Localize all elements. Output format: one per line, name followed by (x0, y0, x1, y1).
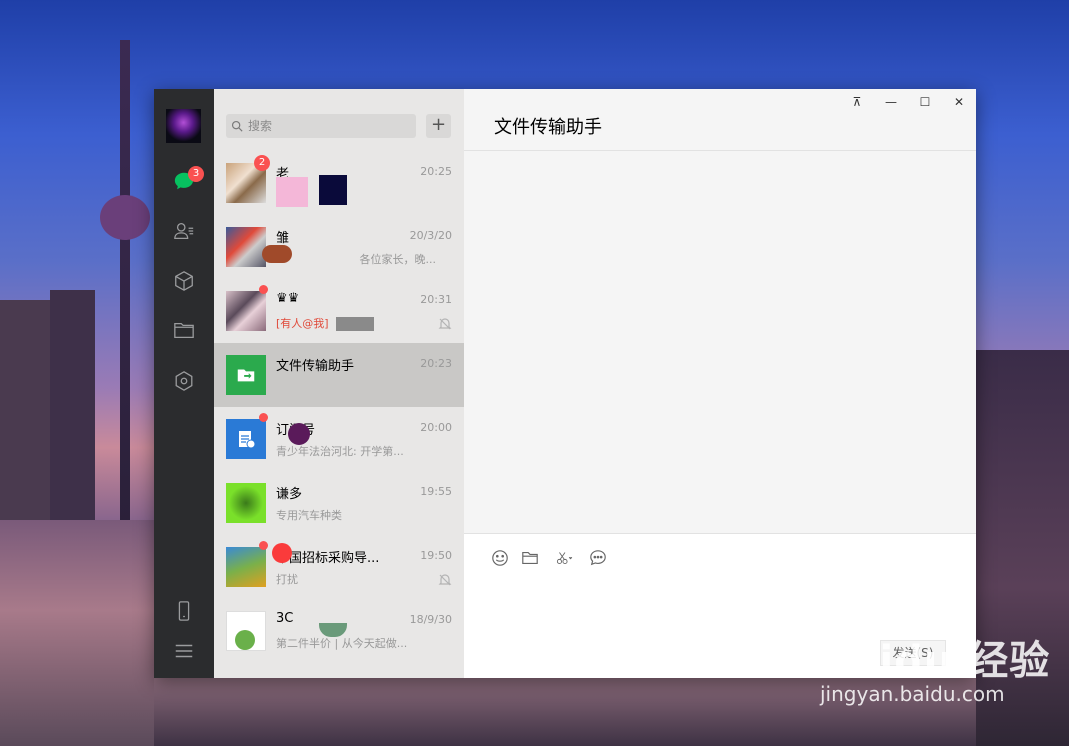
watermark-brand: Baidu 经验 (820, 638, 1051, 684)
mute-bell-icon (438, 572, 452, 586)
conversation-time: 20/3/20 (409, 229, 452, 242)
blur-mask (276, 177, 308, 207)
minimize-button[interactable]: — (874, 89, 908, 115)
divider (464, 150, 976, 151)
conversation-time: 18/9/30 (409, 613, 452, 626)
conversation-time: 20:23 (420, 357, 452, 370)
blur-mask (336, 317, 374, 331)
conversation-preview: 第二件半价 | 从今天起做... (276, 637, 408, 650)
my-avatar[interactable] (166, 109, 201, 143)
conversation-time: 20:25 (420, 165, 452, 178)
conversation-item[interactable]: 中国招标采购导... 19:50 打扰 (214, 535, 464, 599)
mute-bell-icon (438, 316, 452, 330)
conversation-preview: 青少年法治河北: 开学第... (276, 445, 404, 458)
baidu-watermark: Baidu 经验 jingyan.baidu.com (820, 628, 1050, 706)
mention-tag: [有人@我] (276, 317, 329, 330)
add-button[interactable]: + (426, 114, 451, 138)
conversation-item[interactable]: 雏 20/3/20 各位家长，晚... (214, 215, 464, 279)
chat-pane: ⊼ — ☐ ✕ 文件传输助手 发送(S) (464, 89, 976, 678)
unread-badge: 3 (188, 166, 204, 182)
conversation-time: 19:55 (420, 485, 452, 498)
group-avatar (226, 227, 266, 267)
conversation-name: 3C (276, 611, 294, 626)
subscription-avatar (226, 419, 266, 459)
folder-icon[interactable] (172, 318, 196, 342)
conversation-items: 2 老 20:25 雏 20/3/20 各位家长，晚... ♛♛ 20:31 [ (214, 151, 464, 663)
conversation-time: 19:50 (420, 549, 452, 562)
icon-rail: 3 (154, 89, 214, 678)
menu-icon[interactable] (172, 639, 196, 663)
folder-icon[interactable] (520, 548, 540, 568)
close-button[interactable]: ✕ (942, 89, 976, 115)
conversation-time: 20:00 (420, 421, 452, 434)
conversation-preview: 打扰 (276, 573, 298, 586)
unread-dot (259, 413, 268, 422)
maximize-button[interactable]: ☐ (908, 89, 942, 115)
favorites-cube-icon[interactable] (172, 269, 196, 293)
chat-title: 文件传输助手 (494, 117, 602, 138)
shop-avatar (226, 611, 266, 651)
contacts-icon[interactable] (172, 219, 196, 243)
screenshot-scissors-icon[interactable] (552, 548, 578, 568)
file-transfer-avatar (226, 355, 266, 395)
mini-program-icon[interactable] (172, 369, 196, 393)
blur-mask (272, 543, 292, 563)
conversation-name: 谦多 (276, 487, 303, 502)
unread-count-badge: 2 (254, 155, 270, 171)
conversation-preview: 专用汽车种类 (276, 509, 342, 522)
search-bar[interactable] (226, 114, 416, 138)
conversation-item[interactable]: 2 老 20:25 (214, 151, 464, 215)
wechat-window: 3 + 2 (154, 89, 976, 678)
blur-mask (262, 245, 292, 263)
window-controls: ⊼ — ☐ ✕ (840, 89, 976, 115)
conversation-name: 文件传输助手 (276, 359, 355, 374)
blur-mask (288, 423, 310, 445)
blur-mask (319, 175, 347, 205)
conversation-name: ♛♛ (276, 291, 300, 306)
official-account-avatar (226, 547, 266, 587)
phone-icon[interactable] (172, 599, 196, 623)
conversation-name: 雏 (276, 231, 290, 246)
contact-avatar (226, 483, 266, 523)
search-icon (226, 114, 248, 138)
unread-dot (259, 285, 268, 294)
emoji-icon[interactable] (490, 548, 510, 568)
conversation-item-active[interactable]: 文件传输助手 20:23 (214, 343, 464, 407)
conversation-item[interactable]: ♛♛ 20:31 [有人@我] (214, 279, 464, 343)
conversation-preview: 各位家长，晚... (359, 253, 437, 266)
search-input[interactable] (248, 119, 398, 133)
conversation-time: 20:31 (420, 293, 452, 306)
conversation-item[interactable]: 3C 18/9/30 第二件半价 | 从今天起做... (214, 599, 464, 663)
pin-button[interactable]: ⊼ (840, 89, 874, 115)
unread-dot (259, 541, 268, 550)
conversation-list: + 2 老 20:25 雏 20/3/20 各位家长，晚... (214, 89, 464, 678)
chat-history-icon[interactable] (588, 548, 608, 568)
group-avatar (226, 291, 266, 331)
conversation-item[interactable]: 订阅号 20:00 青少年法治河北: 开学第... (214, 407, 464, 471)
conversation-item[interactable]: 谦多 19:55 专用汽车种类 (214, 471, 464, 535)
